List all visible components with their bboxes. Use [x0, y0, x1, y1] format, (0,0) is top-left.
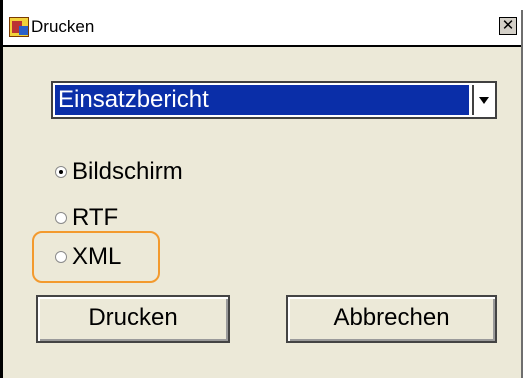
- radio-option-rtf[interactable]: RTF: [55, 203, 118, 233]
- report-type-selected-value: Einsatzbericht: [55, 85, 469, 115]
- radio-button-unchecked[interactable]: [55, 212, 67, 224]
- cancel-button[interactable]: Abbrechen: [286, 295, 497, 343]
- print-button[interactable]: Drucken: [36, 295, 230, 343]
- radio-button-checked[interactable]: [55, 166, 67, 178]
- report-type-select[interactable]: Einsatzbericht: [51, 81, 497, 119]
- window-title: Drucken: [31, 17, 95, 36]
- xml-option-highlight: [32, 231, 160, 283]
- radio-label-bildschirm: Bildschirm: [72, 158, 183, 185]
- radio-option-bildschirm[interactable]: Bildschirm: [55, 157, 183, 187]
- print-dialog: Drucken ✕ Einsatzbericht Bildschirm RTF …: [3, 10, 523, 378]
- chevron-down-icon[interactable]: [472, 85, 494, 115]
- printer-app-icon: [9, 17, 29, 37]
- title-bar: Drucken ✕: [3, 10, 521, 47]
- radio-label-rtf: RTF: [72, 204, 119, 231]
- close-button[interactable]: ✕: [499, 17, 517, 35]
